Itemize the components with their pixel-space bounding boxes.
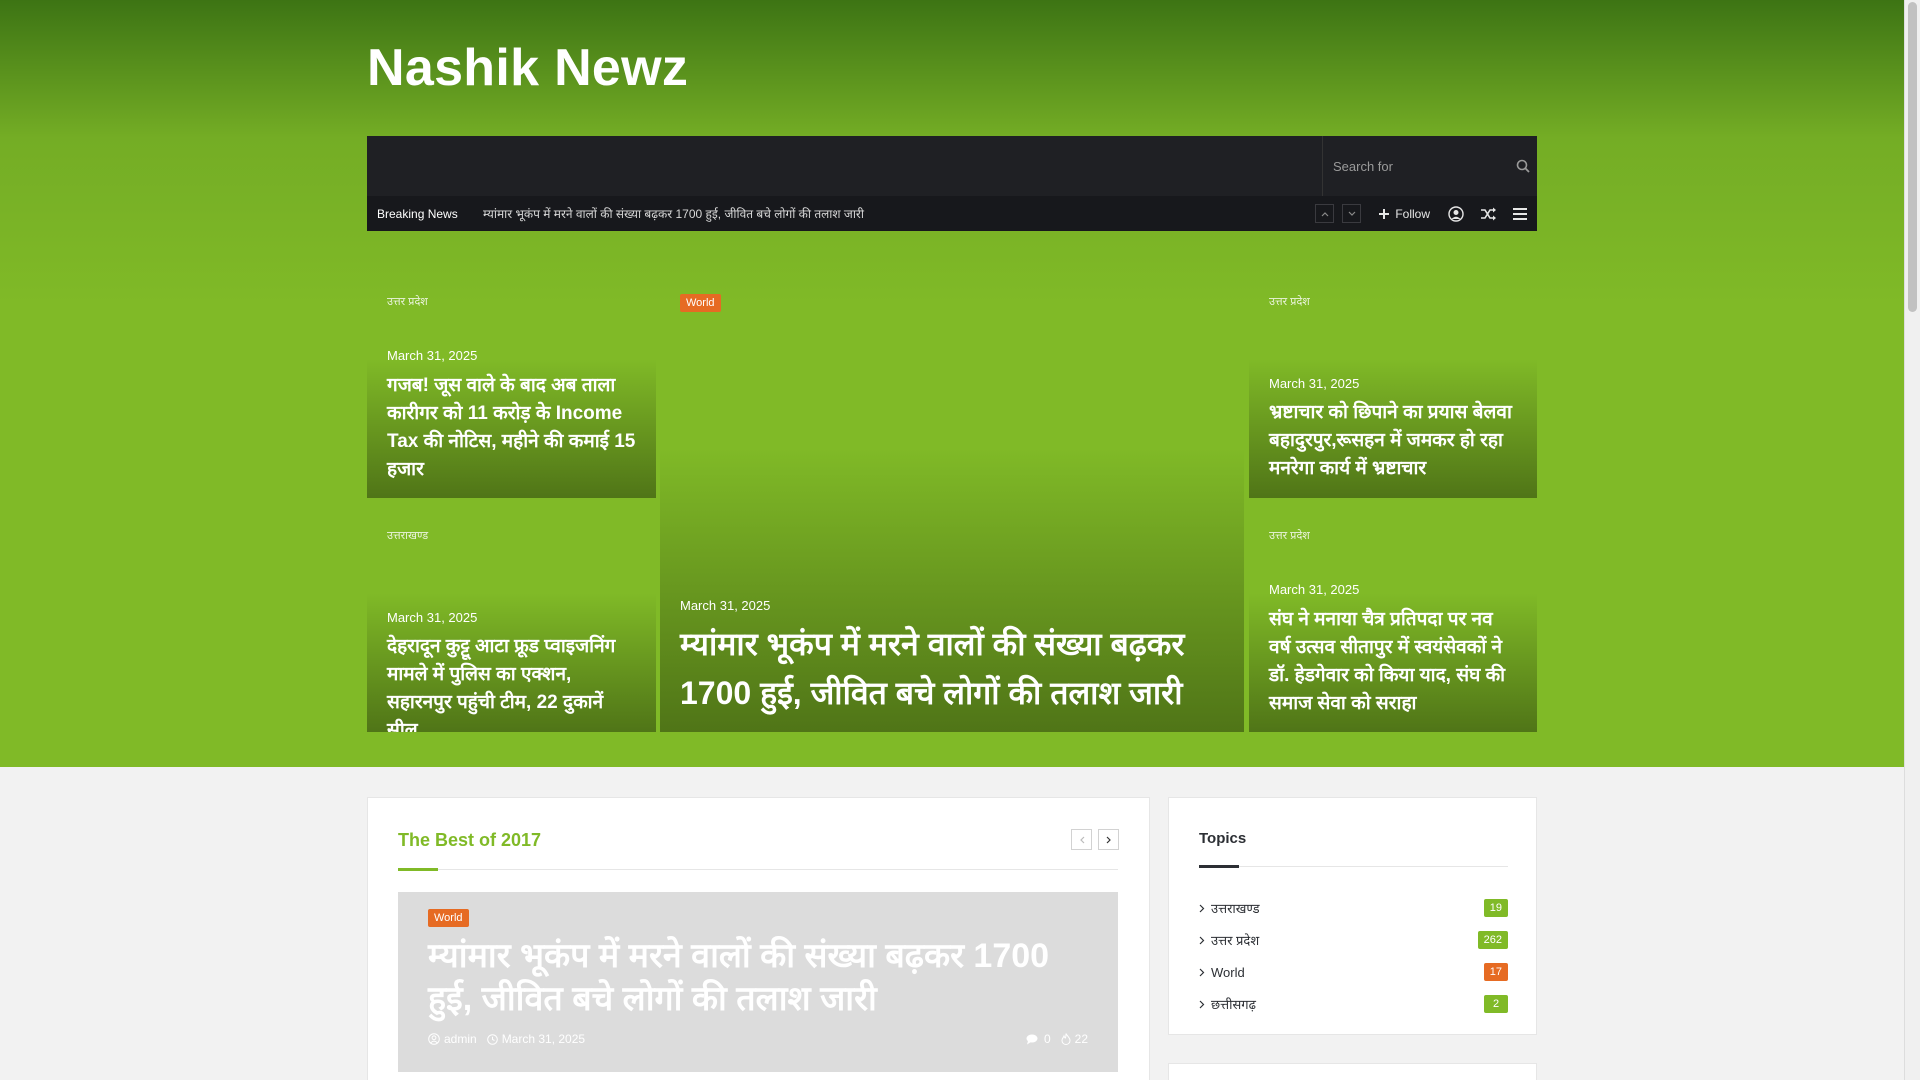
search-input[interactable] (1323, 136, 1509, 196)
best-of-widget: The Best of 2017 World म्यांमार भूकंप मे… (367, 797, 1150, 1080)
ticker-down-button[interactable] (1342, 204, 1362, 223)
top-bar: Breaking News म्यांमार भूकंप में मरने वा… (367, 196, 1537, 231)
search-box (1322, 136, 1537, 196)
best-of-title: The Best of 2017 (398, 830, 542, 850)
topic-item[interactable]: World 17 (1199, 956, 1508, 988)
topic-count-badge: 262 (1477, 931, 1508, 949)
chevron-right-icon (1199, 936, 1211, 945)
card-category[interactable]: उत्तर प्रदेश (387, 294, 428, 309)
next-widget-edge (1168, 1063, 1537, 1080)
chevron-right-icon (1199, 968, 1211, 977)
card-category[interactable]: उत्तर प्रदेश (1269, 528, 1310, 543)
topics-title-underline (1199, 866, 1508, 867)
clock-icon (486, 1033, 498, 1045)
card-category[interactable]: उत्तराखण्ड (387, 528, 428, 543)
chevron-right-icon (1106, 836, 1111, 843)
follow-button[interactable]: Follow (1379, 207, 1430, 221)
slide-title[interactable]: म्यांमार भूकंप में मरने वालों की संख्या … (428, 935, 1068, 1021)
comments-icon (1026, 1034, 1038, 1044)
main-navbar (367, 136, 1537, 196)
chevron-right-icon (1199, 904, 1211, 913)
topic-item[interactable]: उत्तर प्रदेश 262 (1199, 924, 1508, 956)
breaking-news-ticker-link[interactable]: म्यांमार भूकंप में मरने वालों की संख्या … (483, 205, 1315, 222)
fire-icon (1061, 1033, 1071, 1045)
card-date: March 31, 2025 (680, 598, 771, 613)
hero-card-left-bottom[interactable]: उत्तराखण्ड March 31, 2025 देहरादून कुट्ट… (367, 508, 656, 732)
search-icon[interactable] (1509, 136, 1537, 196)
topic-name[interactable]: उत्तराखण्ड (1211, 899, 1484, 917)
breaking-news-label: Breaking News (377, 206, 458, 221)
card-title[interactable]: भ्रष्टाचार को छिपाने का प्रयास बेलवा बहा… (1269, 399, 1517, 483)
topic-count-badge: 19 (1483, 899, 1508, 917)
slide-date: March 31, 2025 (486, 1032, 586, 1046)
slide-category-badge[interactable]: World (428, 909, 469, 927)
top-bar-icons (1448, 205, 1528, 222)
card-title[interactable]: गजब! जूस वाले के बाद अब ताला कारीगर को 1… (387, 372, 636, 484)
slider-prev-button[interactable] (1071, 829, 1092, 850)
hero-card-featured[interactable]: World March 31, 2025 म्यांमार भूकंप में … (660, 274, 1244, 732)
topics-widget: Topics उत्तराखण्ड 19 उत्तर प्रदेश 262 Wo… (1168, 797, 1537, 1035)
hero-card-right-bottom[interactable]: उत्तर प्रदेश March 31, 2025 संघ ने मनाया… (1249, 508, 1537, 732)
plus-icon (1379, 208, 1390, 219)
topic-item[interactable]: छत्तीसगढ़ 2 (1199, 988, 1508, 1020)
topic-name[interactable]: World (1211, 965, 1484, 980)
random-shuffle-icon[interactable] (1480, 206, 1496, 222)
ticker-controls (1315, 204, 1362, 223)
card-category[interactable]: उत्तर प्रदेश (1269, 294, 1310, 309)
card-date: March 31, 2025 (1269, 376, 1360, 391)
topic-count-badge: 2 (1484, 995, 1508, 1013)
hero-card-right-top[interactable]: उत्तर प्रदेश March 31, 2025 भ्रष्टाचार क… (1249, 274, 1537, 498)
card-title[interactable]: संघ ने मनाया चैत्र प्रतिपदा पर नव वर्ष उ… (1269, 606, 1517, 718)
topic-name[interactable]: छत्तीसगढ़ (1211, 995, 1484, 1013)
topic-item[interactable]: उत्तराखण्ड 19 (1199, 892, 1508, 924)
slide-date-text: March 31, 2025 (501, 1032, 586, 1046)
topics-title-accent (1199, 865, 1239, 868)
slide-views-count: 22 (1074, 1032, 1088, 1046)
best-of-title-underline (398, 869, 1118, 870)
ticker-up-button[interactable] (1315, 204, 1335, 223)
card-category-badge[interactable]: World (680, 294, 721, 312)
slide-comments[interactable]: 0 (1026, 1032, 1051, 1046)
best-of-title-accent (398, 868, 438, 871)
topic-name[interactable]: उत्तर प्रदेश (1211, 931, 1478, 949)
slide-views: 22 (1061, 1032, 1088, 1046)
chevron-down-icon (1348, 211, 1356, 216)
sidebar-menu-icon[interactable] (1512, 206, 1528, 222)
user-icon (428, 1033, 440, 1045)
user-login-icon[interactable] (1448, 205, 1464, 222)
slide-author[interactable]: admin (428, 1032, 477, 1046)
site-logo-title[interactable]: Nashik Newz (367, 38, 688, 98)
card-date: March 31, 2025 (387, 610, 478, 625)
slide-author-name: admin (444, 1032, 477, 1046)
topics-list: उत्तराखण्ड 19 उत्तर प्रदेश 262 World 17 … (1199, 892, 1508, 1020)
slider-next-button[interactable] (1098, 829, 1119, 850)
chevron-left-icon (1079, 836, 1084, 843)
scrollbar-thumb[interactable] (1908, 2, 1917, 312)
page-scrollbar[interactable] (1904, 0, 1920, 1080)
slide-comments-count: 0 (1043, 1032, 1051, 1046)
card-date: March 31, 2025 (1269, 582, 1360, 597)
topic-count-badge: 17 (1483, 963, 1508, 981)
card-title[interactable]: म्यांमार भूकंप में मरने वालों की संख्या … (680, 620, 1224, 718)
follow-label: Follow (1395, 206, 1430, 221)
hero-card-left-top[interactable]: उत्तर प्रदेश March 31, 2025 गजब! जूस वाल… (367, 274, 656, 498)
topics-title: Topics (1199, 830, 1247, 847)
card-title[interactable]: देहरादून कुट्टू आटा फ्रूड प्वाइजनिंग माम… (387, 633, 636, 732)
best-of-slider-controls (1071, 829, 1119, 850)
chevron-right-icon (1199, 1000, 1211, 1009)
best-of-slide[interactable]: World म्यांमार भूकंप में मरने वालों की स… (398, 892, 1118, 1072)
slide-meta: admin March 31, 2025 0 22 (428, 1032, 1088, 1046)
card-date: March 31, 2025 (387, 348, 478, 363)
chevron-up-icon (1321, 211, 1329, 216)
